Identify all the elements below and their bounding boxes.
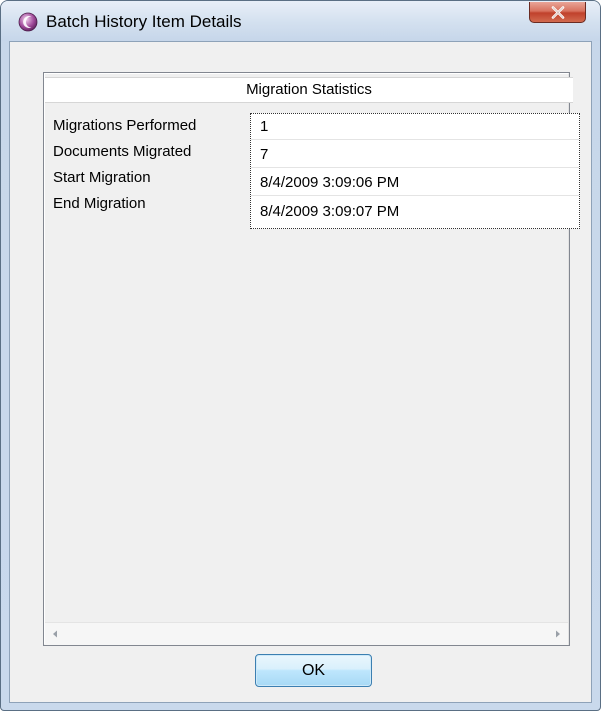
- section-title: Migration Statistics: [45, 77, 573, 103]
- value-documents-migrated[interactable]: 7: [251, 142, 579, 168]
- app-logo-icon: [18, 12, 38, 32]
- window-title: Batch History Item Details: [46, 12, 242, 31]
- dialog-window: Batch History Item Details Migration Sta…: [0, 0, 601, 711]
- statistics-panel: Migration Statistics Migrations Performe…: [43, 72, 580, 646]
- ok-button[interactable]: OK: [255, 654, 372, 687]
- scroll-right-arrow[interactable]: [548, 623, 568, 645]
- label-end-migration: End Migration: [53, 195, 146, 212]
- title-bar[interactable]: Batch History Item Details: [1, 1, 600, 41]
- horizontal-scrollbar[interactable]: [45, 622, 568, 645]
- chevron-right-icon: [556, 630, 560, 638]
- value-start-migration[interactable]: 8/4/2009 3:09:06 PM: [251, 170, 579, 196]
- values-grid[interactable]: 1 7 8/4/2009 3:09:06 PM 8/4/2009 3:09:07…: [250, 113, 580, 229]
- dialog-client-area: Migration Statistics Migrations Performe…: [9, 41, 592, 703]
- label-start-migration: Start Migration: [53, 169, 151, 186]
- chevron-left-icon: [53, 630, 57, 638]
- scroll-left-arrow[interactable]: [45, 623, 65, 645]
- value-migrations-performed[interactable]: 1: [251, 114, 579, 140]
- close-icon: [551, 6, 565, 19]
- value-end-migration[interactable]: 8/4/2009 3:09:07 PM: [251, 199, 579, 225]
- label-documents-migrated: Documents Migrated: [53, 143, 192, 160]
- label-migrations-performed: Migrations Performed: [53, 117, 197, 134]
- close-button[interactable]: [529, 2, 586, 23]
